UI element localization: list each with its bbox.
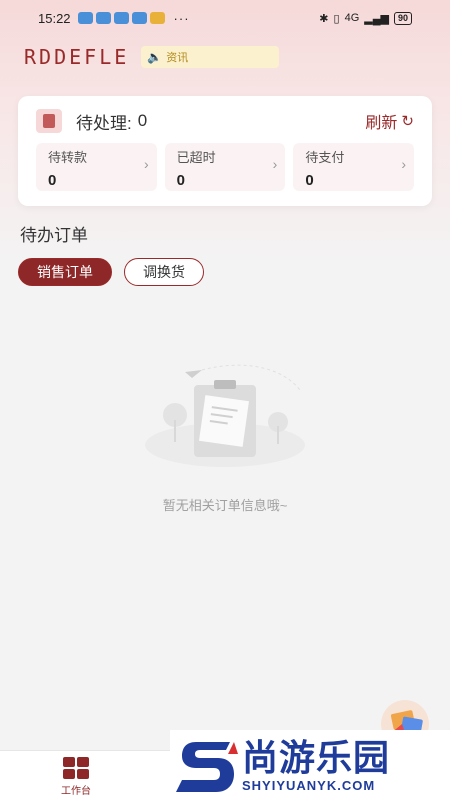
watermark-overlay: 尚游乐园 SHYIYUANYK.COM [170, 730, 450, 800]
notification-icon [95, 12, 111, 24]
order-tabs: 销售订单 调换货 [18, 258, 204, 286]
stat-overdue[interactable]: 已超时 0 › [164, 143, 286, 191]
refresh-icon: ↻ [401, 113, 414, 130]
app-header: RDDEFLE 🔈 资讯 [24, 44, 424, 70]
pending-card: 待处理: 0 刷新 ↻ 待转款 0 › 已超时 0 › 待支付 0 › [18, 96, 432, 206]
orders-title: 待办订单 [20, 226, 88, 245]
watermark-cn: 尚游乐园 [242, 736, 391, 778]
app-logo: RDDEFLE [24, 45, 130, 69]
battery-icon: 90 [393, 11, 412, 25]
stat-label: 待转款 [48, 150, 88, 165]
stat-label: 已超时 [176, 150, 216, 165]
status-bar: 15:22 ··· ✱ ▯ 4G ▂▄▆ 90 [0, 0, 450, 36]
pending-stats: 待转款 0 › 已超时 0 › 待支付 0 › [36, 143, 415, 191]
notification-icon [77, 12, 93, 24]
s-logo-icon [176, 742, 238, 792]
chevron-right-icon: › [401, 156, 407, 172]
empty-clipboard-illustration [145, 364, 305, 467]
stat-value: 0 [305, 172, 314, 189]
empty-state-text: 暂无相关订单信息哦~ [162, 498, 288, 513]
news-ticker[interactable]: 🔈 资讯 [141, 46, 280, 68]
watermark-en: SHYIYUANYK.COM [242, 777, 376, 793]
refresh-button[interactable]: 刷新 ↻ [365, 109, 414, 133]
pending-label: 待处理: [76, 113, 132, 133]
notification-icon [149, 12, 165, 24]
refresh-label: 刷新 [365, 115, 398, 132]
stat-value: 0 [176, 172, 186, 189]
stat-awaiting-transfer[interactable]: 待转款 0 › [36, 143, 157, 191]
nav-item-workbench[interactable]: 工作台 [48, 757, 104, 797]
grid-icon [63, 757, 89, 779]
notification-icon [131, 12, 147, 24]
signal-icon: ▂▄▆ [364, 12, 389, 25]
vibrate-icon: ▯ [333, 12, 340, 25]
stat-label: 待支付 [305, 150, 345, 165]
watermark-text: 尚游乐园 SHYIYUANYK.COM [242, 736, 391, 793]
status-time: 15:22 [38, 10, 71, 26]
stat-awaiting-payment[interactable]: 待支付 0 › [293, 143, 415, 191]
pending-card-header: 待处理: 0 刷新 ↻ [36, 108, 414, 134]
bluetooth-icon: ✱ [319, 12, 329, 25]
clipboard-icon [36, 109, 62, 133]
stat-value: 0 [48, 172, 57, 189]
notification-icon [113, 12, 129, 24]
news-label: 资讯 [166, 52, 189, 64]
network-label: 4G [344, 12, 360, 24]
tab-exchange[interactable]: 调换货 [124, 258, 204, 286]
speaker-icon: 🔈 [147, 50, 163, 64]
chevron-right-icon: › [272, 156, 278, 172]
chevron-right-icon: › [144, 156, 149, 172]
nav-label: 工作台 [61, 786, 91, 797]
tab-sales-orders[interactable]: 销售订单 [18, 258, 112, 286]
pending-value: 0 [137, 111, 148, 130]
status-more-icon: ··· [173, 10, 190, 26]
